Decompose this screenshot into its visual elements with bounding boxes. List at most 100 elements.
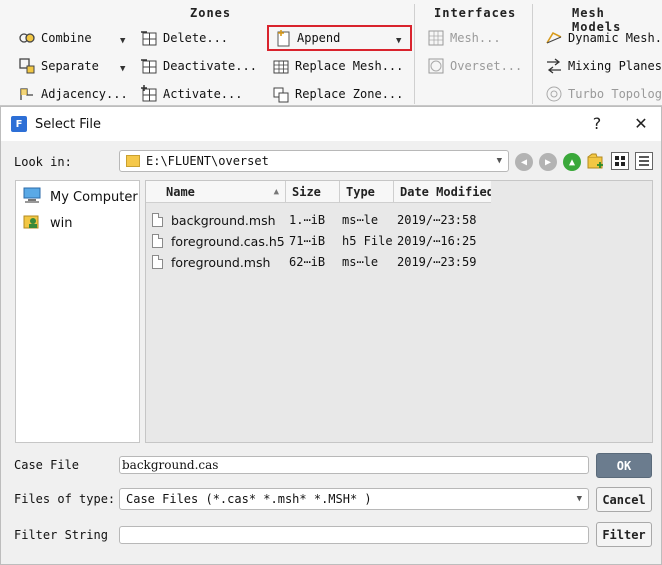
fluent-app-icon: F <box>11 116 27 132</box>
interfaces-mesh-button[interactable]: Mesh... <box>427 28 501 48</box>
mixing-planes-icon <box>545 57 563 75</box>
file-row[interactable]: background.msh 1.⋯iB ms⋯le 2019/⋯23:58 <box>146 210 491 231</box>
case-file-label: Case File <box>14 458 80 472</box>
turbo-topology-button[interactable]: Turbo Topology... <box>545 84 662 104</box>
column-type-header[interactable]: Type <box>340 181 394 203</box>
append-label: Append <box>297 31 341 45</box>
adjacency-button[interactable]: Adjacency... <box>18 84 128 104</box>
ribbon: Zones Combine ▼ Separate ▼ Adjacency... … <box>0 0 662 106</box>
deactivate-grid-icon <box>140 57 158 75</box>
dynamic-mesh-icon <box>545 29 563 47</box>
place-my-computer[interactable]: My Computer <box>16 184 139 210</box>
filter-string-input[interactable] <box>119 526 589 544</box>
interfaces-group-title: Interfaces <box>434 6 517 20</box>
append-dropdown-icon[interactable]: ▼ <box>396 36 401 46</box>
file-name: foreground.cas.h5 <box>171 234 285 249</box>
files-of-type-select[interactable]: Case Files (*.cas* *.msh* *.MSH* ) ▼ <box>119 488 589 510</box>
deactivate-label: Deactivate... <box>163 59 257 73</box>
detail-view-icon[interactable] <box>635 152 653 170</box>
folder-icon <box>126 155 140 167</box>
column-header-label: Name <box>166 185 195 199</box>
adjacency-icon <box>18 85 36 103</box>
combine-dropdown-icon[interactable]: ▼ <box>120 36 125 46</box>
replace-mesh-icon <box>272 57 290 75</box>
back-icon[interactable]: ◀ <box>515 153 533 171</box>
case-file-input[interactable]: background.cas <box>119 456 589 474</box>
chevron-down-icon: ▼ <box>576 494 582 504</box>
file-name: background.msh <box>171 213 276 228</box>
sort-up-icon: ▲ <box>273 187 279 197</box>
file-size: 1.⋯iB <box>289 213 326 227</box>
new-folder-icon[interactable] <box>587 153 605 169</box>
activate-grid-icon <box>140 85 158 103</box>
replace-mesh-label: Replace Mesh... <box>295 59 404 73</box>
file-type: ms⋯le <box>342 213 379 227</box>
places-sidebar: My Computer win <box>15 180 140 443</box>
mesh-interface-icon <box>427 29 445 47</box>
separate-icon <box>18 57 36 75</box>
file-date: 2019/⋯16:25 <box>397 234 477 248</box>
dynamic-mesh-button[interactable]: Dynamic Mesh... <box>545 28 662 48</box>
zones-group-title: Zones <box>190 6 232 20</box>
delete-button[interactable]: Delete... <box>140 28 228 48</box>
ribbon-separator <box>414 4 415 104</box>
file-list[interactable]: Name ▲ Size Type Date Modified backgroun… <box>145 180 653 443</box>
mixing-planes-button[interactable]: Mixing Planes... <box>545 56 662 76</box>
file-size: 71⋯iB <box>289 234 326 248</box>
delete-label: Delete... <box>163 31 229 45</box>
combine-icon <box>18 29 36 47</box>
forward-icon[interactable]: ▶ <box>539 153 557 171</box>
column-name-header[interactable]: Name ▲ <box>160 181 286 203</box>
files-of-type-label: Files of type: <box>14 492 116 506</box>
replace-zone-label: Replace Zone... <box>295 87 404 101</box>
deactivate-button[interactable]: Deactivate... <box>140 56 257 76</box>
file-name: foreground.msh <box>171 255 271 270</box>
file-icon <box>152 234 163 248</box>
file-date: 2019/⋯23:59 <box>397 255 477 269</box>
file-row[interactable]: foreground.cas.h5 71⋯iB h5 File 2019/⋯16… <box>146 231 491 252</box>
look-in-combo[interactable]: E:\FLUENT\overset ▼ <box>119 150 509 172</box>
activate-label: Activate... <box>163 87 243 101</box>
help-button[interactable]: ? <box>585 113 609 135</box>
up-folder-icon[interactable]: ▲ <box>563 153 581 171</box>
turbo-topology-icon <box>545 85 563 103</box>
separate-dropdown-icon[interactable]: ▼ <box>120 64 125 74</box>
computer-icon <box>22 186 42 208</box>
cancel-button[interactable]: Cancel <box>596 487 652 512</box>
file-row[interactable]: foreground.msh 62⋯iB ms⋯le 2019/⋯23:59 <box>146 252 491 273</box>
replace-zone-icon <box>272 85 290 103</box>
column-size-header[interactable]: Size <box>286 181 340 203</box>
column-date-header[interactable]: Date Modified <box>394 181 491 203</box>
combine-label: Combine <box>41 31 92 45</box>
combine-button[interactable]: Combine <box>18 28 92 48</box>
files-of-type-value: Case Files (*.cas* *.msh* *.MSH* ) <box>126 492 372 506</box>
append-button[interactable]: Append <box>274 28 340 48</box>
chevron-down-icon: ▼ <box>496 156 502 166</box>
ribbon-separator-2 <box>532 4 533 104</box>
separate-button[interactable]: Separate <box>18 56 99 76</box>
delete-grid-icon <box>140 29 158 47</box>
user-folder-icon <box>22 212 42 234</box>
replace-mesh-button[interactable]: Replace Mesh... <box>272 56 403 76</box>
interfaces-overset-button[interactable]: Overset... <box>427 56 522 76</box>
interfaces-overset-label: Overset... <box>450 59 523 73</box>
append-file-icon <box>274 29 292 47</box>
file-type: ms⋯le <box>342 255 379 269</box>
file-icon <box>152 213 163 227</box>
separate-label: Separate <box>41 59 99 73</box>
filter-button[interactable]: Filter <box>596 522 652 547</box>
ok-button[interactable]: OK <box>596 453 652 478</box>
select-file-dialog: F Select File ? ✕ Look in: E:\FLUENT\ove… <box>0 106 662 565</box>
file-icon <box>152 255 163 269</box>
close-button[interactable]: ✕ <box>629 113 653 135</box>
replace-zone-button[interactable]: Replace Zone... <box>272 84 403 104</box>
dialog-titlebar: F Select File ? ✕ <box>1 107 661 141</box>
adjacency-label: Adjacency... <box>41 87 128 101</box>
activate-button[interactable]: Activate... <box>140 84 242 104</box>
file-type: h5 File <box>342 234 392 248</box>
place-win[interactable]: win <box>16 210 139 236</box>
list-view-icon[interactable] <box>611 152 629 170</box>
look-in-path: E:\FLUENT\overset <box>146 154 269 168</box>
file-size: 62⋯iB <box>289 255 326 269</box>
file-date: 2019/⋯23:58 <box>397 213 477 227</box>
